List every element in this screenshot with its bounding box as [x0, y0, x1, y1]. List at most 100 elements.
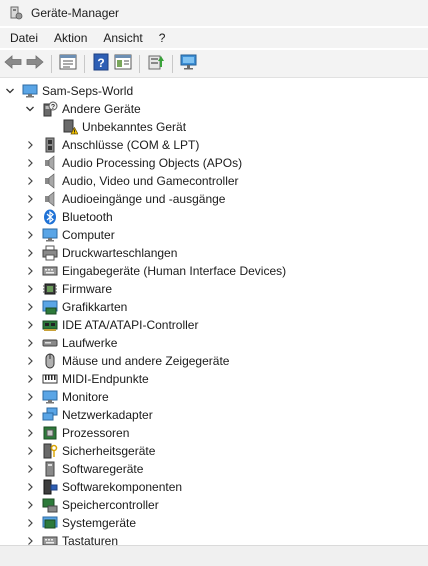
tree-item-system-devices[interactable]: Systemgeräte — [24, 514, 136, 532]
network-icon — [42, 407, 58, 423]
tree-item-label: Druckwarteschlangen — [62, 246, 178, 260]
tree-root[interactable]: Sam-Seps-World — [4, 82, 133, 100]
mouse-icon — [42, 353, 58, 369]
chevron-right-icon[interactable] — [24, 409, 36, 421]
chevron-right-icon[interactable] — [24, 517, 36, 529]
chevron-right-icon[interactable] — [24, 265, 36, 277]
tree-item-software-devices[interactable]: Softwaregeräte — [24, 460, 143, 478]
tree-item-apos[interactable]: Audio Processing Objects (APOs) — [24, 154, 242, 172]
tree-item-monitors[interactable]: Monitore — [24, 388, 109, 406]
tree-item-label: Softwarekomponenten — [62, 480, 183, 494]
tree-item-print-queues[interactable]: Druckwarteschlangen — [24, 244, 177, 262]
show-hidden-icon — [114, 54, 132, 73]
menu-action[interactable]: Aktion — [45, 31, 94, 45]
tree-item-ports[interactable]: Anschlüsse (COM & LPT) — [24, 136, 199, 154]
tree-item-label: Sicherheitsgeräte — [62, 444, 156, 458]
menu-help[interactable]: ? — [150, 31, 173, 45]
port-connector-icon — [42, 137, 58, 153]
midi-keyboard-icon — [42, 371, 58, 387]
chevron-right-icon[interactable] — [24, 499, 36, 511]
chevron-right-icon[interactable] — [24, 175, 36, 187]
help-button[interactable]: ? — [90, 53, 112, 75]
forward-button[interactable] — [24, 53, 46, 75]
tree-item-audio-video-game[interactable]: Audio, Video und Gamecontroller — [24, 172, 239, 190]
chevron-right-icon[interactable] — [24, 445, 36, 457]
drive-icon — [42, 335, 58, 351]
tree-item-label: Firmware — [62, 282, 112, 296]
tree-item-firmware[interactable]: Firmware — [24, 280, 112, 298]
tree-item-label: Mäuse und andere Zeigegeräte — [62, 354, 230, 368]
chevron-down-icon[interactable] — [4, 85, 16, 97]
show-hidden-button[interactable] — [112, 53, 134, 75]
tree-item-display-adapters[interactable]: Grafikkarten — [24, 298, 127, 316]
computer-icon — [22, 83, 38, 99]
chevron-right-icon[interactable] — [24, 157, 36, 169]
back-button[interactable] — [2, 53, 24, 75]
chevron-right-icon[interactable] — [24, 337, 36, 349]
speaker-icon — [42, 155, 58, 171]
tree-item-label: Andere Geräte — [62, 102, 141, 116]
other-devices-icon: ? — [42, 101, 58, 117]
system-device-icon — [42, 515, 58, 531]
speaker-icon — [42, 173, 58, 189]
tree-item-label: Tastaturen — [62, 534, 119, 545]
chevron-right-icon[interactable] — [24, 373, 36, 385]
chevron-right-icon[interactable] — [24, 301, 36, 313]
tree-item-mice[interactable]: Mäuse und andere Zeigegeräte — [24, 352, 229, 370]
chevron-down-icon[interactable] — [24, 103, 36, 115]
tree-item-unknown-device[interactable]: Unbekanntes Gerät — [62, 118, 186, 136]
chevron-right-icon[interactable] — [24, 229, 36, 241]
update-driver-icon — [147, 53, 165, 74]
tree-item-label: Laufwerke — [62, 336, 118, 350]
tree-item-bluetooth[interactable]: Bluetooth — [24, 208, 113, 226]
chevron-right-icon[interactable] — [24, 211, 36, 223]
device-tree[interactable]: Sam-Seps-World ? Andere Geräte Unbekannt… — [0, 81, 428, 545]
menu-view[interactable]: Ansicht — [94, 31, 149, 45]
tree-item-drives[interactable]: Laufwerke — [24, 334, 117, 352]
tree-item-label: Unbekanntes Gerät — [82, 120, 187, 134]
tree-item-other-devices[interactable]: ? Andere Geräte — [24, 100, 141, 118]
software-device-icon — [42, 461, 58, 477]
scan-hardware-button[interactable] — [178, 53, 200, 75]
chevron-right-icon[interactable] — [24, 463, 36, 475]
tree-item-keyboards[interactable]: Tastaturen — [24, 532, 118, 545]
title-bar: Geräte-Manager — [0, 0, 428, 26]
tree-item-storage-controllers[interactable]: Speichercontroller — [24, 496, 159, 514]
printer-icon — [42, 245, 58, 261]
chevron-right-icon[interactable] — [24, 427, 36, 439]
tree-item-network-adapters[interactable]: Netzwerkadapter — [24, 406, 153, 424]
tree-item-hid[interactable]: Eingabegeräte (Human Interface Devices) — [24, 262, 286, 280]
chevron-right-icon[interactable] — [24, 139, 36, 151]
keyboard-icon — [42, 263, 58, 279]
chevron-right-icon[interactable] — [24, 283, 36, 295]
chevron-right-icon[interactable] — [24, 247, 36, 259]
tree-item-ide-ata[interactable]: IDE ATA/ATAPI-Controller — [24, 316, 198, 334]
tree-item-midi[interactable]: MIDI-Endpunkte — [24, 370, 149, 388]
svg-text:?: ? — [97, 56, 104, 70]
chevron-right-icon[interactable] — [24, 319, 36, 331]
tree-item-processors[interactable]: Prozessoren — [24, 424, 129, 442]
chevron-right-icon[interactable] — [24, 355, 36, 367]
update-driver-button[interactable] — [145, 53, 167, 75]
toolbar-separator — [172, 54, 173, 73]
tree-item-software-components[interactable]: Softwarekomponenten — [24, 478, 182, 496]
tree-item-computer[interactable]: Computer — [24, 226, 115, 244]
properties-view-button[interactable] — [57, 53, 79, 75]
chevron-right-icon[interactable] — [24, 481, 36, 493]
speaker-icon — [42, 191, 58, 207]
tree-item-security-devices[interactable]: Sicherheitsgeräte — [24, 442, 155, 460]
properties-view-icon — [59, 54, 77, 73]
chevron-right-icon[interactable] — [24, 193, 36, 205]
chevron-right-icon[interactable] — [24, 391, 36, 403]
tree-item-label: Audio, Video und Gamecontroller — [62, 174, 239, 188]
storage-controller-icon — [42, 497, 58, 513]
chevron-right-icon[interactable] — [24, 535, 36, 545]
back-icon — [4, 55, 22, 72]
tree-item-label: Softwaregeräte — [62, 462, 144, 476]
tree-item-audio-io[interactable]: Audioeingänge und -ausgänge — [24, 190, 225, 208]
tree-item-label: IDE ATA/ATAPI-Controller — [62, 318, 199, 332]
toolbar-separator — [84, 54, 85, 73]
menu-file[interactable]: Datei — [0, 31, 45, 45]
tree-item-label: Audio Processing Objects (APOs) — [62, 156, 243, 170]
warning-device-icon — [62, 119, 78, 135]
